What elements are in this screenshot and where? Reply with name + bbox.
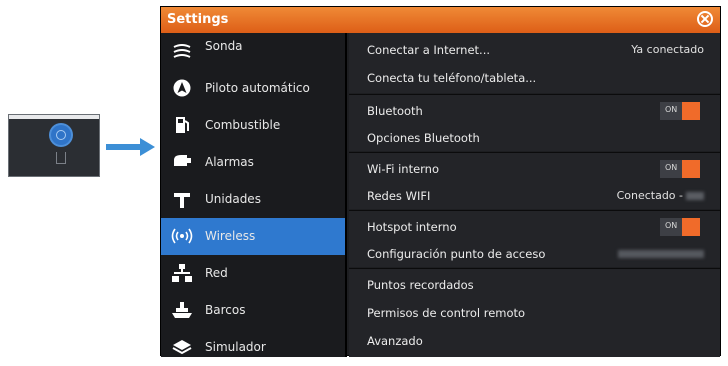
bluetooth-toggle[interactable]: ON	[660, 102, 700, 120]
row-wifi-networks[interactable]: Redes WIFI Conectado -	[349, 182, 720, 210]
panel-title: Settings	[167, 12, 229, 27]
sonar-icon	[173, 44, 191, 58]
sidebar-item-label: Combustible	[205, 118, 281, 132]
row-label: Conecta tu teléfono/tableta...	[367, 71, 537, 85]
right-arrow-icon	[106, 138, 155, 156]
sidebar-item-label: Simulador	[205, 340, 266, 354]
row-label: Avanzado	[367, 334, 423, 348]
sidebar-item-label: Unidades	[205, 192, 261, 206]
settings-sidebar: Sonda Piloto automático Combustible Alar…	[161, 33, 347, 357]
close-icon[interactable]	[697, 11, 713, 27]
title-bar: Settings	[161, 7, 720, 33]
toggle-state: ON	[665, 163, 678, 172]
row-bluetooth-options[interactable]: Opciones Bluetooth	[349, 124, 720, 152]
simulator-icon	[172, 340, 192, 355]
sidebar-item-simulador[interactable]: Simulador	[161, 329, 345, 366]
toggle-knob	[682, 102, 700, 120]
settings-group: Wi-Fi interno ON Redes WIFI Conectado -	[349, 152, 720, 209]
network-icon	[172, 264, 192, 282]
row-label: Redes WIFI	[367, 189, 431, 203]
toggle-state: ON	[665, 221, 678, 230]
settings-group: Hotspot interno ON Configuración punto d…	[349, 210, 720, 267]
connection-status: Ya conectado	[631, 43, 704, 56]
sidebar-item-label: Piloto automático	[205, 81, 310, 95]
toggle-knob	[682, 218, 700, 236]
sidebar-item-sonda[interactable]: Sonda	[161, 35, 345, 72]
access-point-value	[618, 247, 704, 260]
units-icon	[174, 193, 190, 208]
row-label: Wi-Fi interno	[367, 162, 440, 176]
row-access-point[interactable]: Configuración punto de acceso	[349, 240, 720, 268]
row-hotspot[interactable]: Hotspot interno ON	[349, 213, 720, 241]
sidebar-item-wireless[interactable]: Wireless	[161, 218, 345, 255]
sidebar-item-autopilot[interactable]: Piloto automático	[161, 70, 345, 107]
row-wifi-internal[interactable]: Wi-Fi interno ON	[349, 155, 720, 183]
device-thumbnail	[8, 114, 100, 177]
sidebar-item-red[interactable]: Red	[161, 255, 345, 292]
row-connect-phone[interactable]: Conecta tu teléfono/tableta...	[349, 64, 720, 92]
row-remote-permissions[interactable]: Permisos de control remoto	[349, 299, 720, 327]
thumbnail-top-bar	[9, 115, 99, 119]
toggle-state: ON	[665, 105, 678, 114]
sidebar-item-barcos[interactable]: Barcos	[161, 292, 345, 329]
settings-group: Conectar a Internet... Ya conectado Cone…	[349, 33, 720, 93]
vessels-icon	[172, 302, 192, 318]
row-label: Opciones Bluetooth	[367, 131, 480, 145]
wireless-icon	[171, 228, 193, 244]
sidebar-item-label: Sonda	[205, 39, 243, 53]
settings-group: Bluetooth ON Opciones Bluetooth	[349, 94, 720, 151]
row-advanced[interactable]: Avanzado	[349, 327, 720, 355]
alarm-icon	[174, 155, 191, 166]
row-saved-points[interactable]: Puntos recordados	[349, 271, 720, 299]
sidebar-item-label: Barcos	[205, 303, 246, 317]
row-bluetooth[interactable]: Bluetooth ON	[349, 97, 720, 125]
device-glyph-icon	[56, 152, 66, 164]
sidebar-item-combustible[interactable]: Combustible	[161, 107, 345, 144]
redacted-network-name	[686, 192, 704, 200]
row-label: Puntos recordados	[367, 278, 474, 292]
row-label: Permisos de control remoto	[367, 306, 526, 320]
settings-group: Puntos recordados Permisos de control re…	[349, 268, 720, 357]
wifi-toggle[interactable]: ON	[660, 160, 700, 178]
sidebar-item-alarmas[interactable]: Alarmas	[161, 144, 345, 181]
settings-panel: Settings Sonda Piloto automático Combust…	[160, 6, 721, 357]
row-label: Conectar a Internet...	[367, 43, 491, 57]
row-connect-internet[interactable]: Conectar a Internet... Ya conectado	[349, 36, 720, 64]
sidebar-item-label: Wireless	[205, 229, 256, 243]
wifi-status-text: Conectado -	[616, 189, 683, 202]
sidebar-item-label: Alarmas	[205, 155, 254, 169]
fuel-pump-icon	[176, 117, 189, 133]
autopilot-icon	[173, 79, 191, 97]
toggle-knob	[682, 160, 700, 178]
globe-icon	[51, 125, 71, 145]
sidebar-item-label: Red	[205, 266, 228, 280]
redacted-access-point-name	[618, 250, 704, 258]
row-label: Hotspot interno	[367, 220, 457, 234]
row-label: Bluetooth	[367, 104, 423, 118]
hotspot-toggle[interactable]: ON	[660, 218, 700, 236]
row-label: Configuración punto de acceso	[367, 247, 546, 261]
wifi-status: Conectado -	[617, 189, 704, 202]
sidebar-item-unidades[interactable]: Unidades	[161, 181, 345, 218]
wireless-settings-content: Conectar a Internet... Ya conectado Cone…	[349, 33, 720, 357]
